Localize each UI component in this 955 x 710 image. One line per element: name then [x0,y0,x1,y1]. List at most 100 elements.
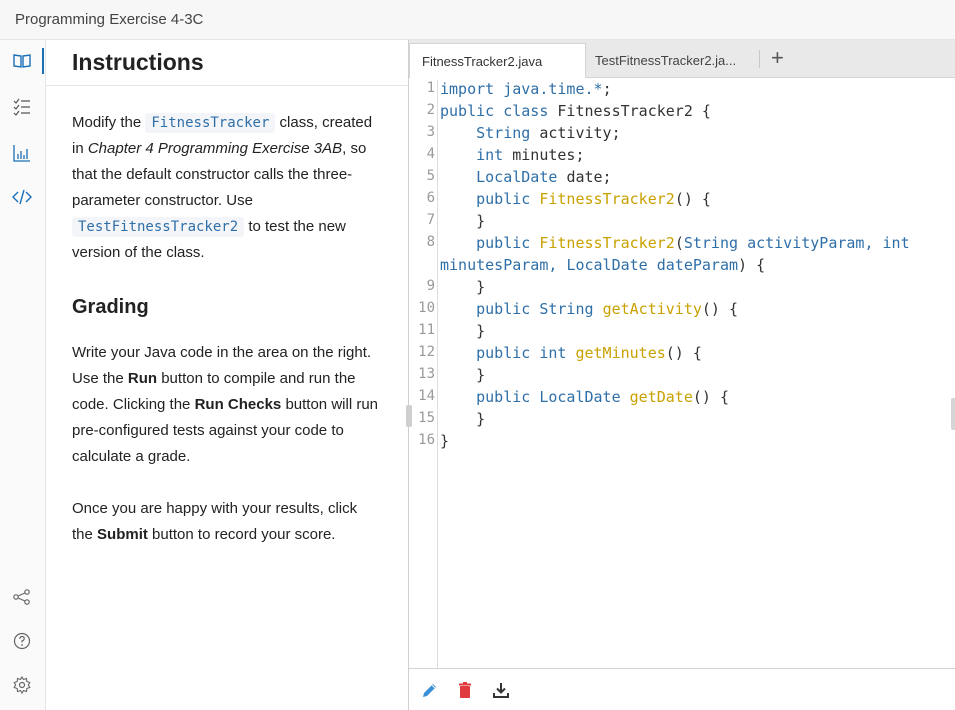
code-editor: FitnessTracker2.java TestFitnessTracker2… [406,40,955,710]
code-token: ) { [738,256,766,274]
instructions-body: Modify the FitnessTracker class, created… [72,110,382,574]
help-icon[interactable] [11,630,33,652]
code-icon[interactable] [11,186,33,208]
code-line: int minutes; [440,146,585,164]
code-line: } [440,212,485,230]
editor-tabs: FitnessTracker2.java TestFitnessTracker2… [409,40,955,78]
code-line: public String getActivity() { [440,300,738,318]
tab-testfitnesstracker2[interactable]: TestFitnessTracker2.ja... [583,43,748,78]
code-token: } [440,322,486,340]
active-indicator [42,48,44,74]
line-number: 5 [426,168,435,184]
code-token: String [683,234,748,252]
code-token: public [476,388,540,406]
run-checks-label: Run Checks [194,396,282,413]
scrollbar-thumb[interactable] [951,398,955,430]
edit-icon[interactable] [421,681,439,699]
code-token: dateParam [656,256,739,274]
code-token: } [440,278,486,296]
code-token: () { [674,190,711,208]
code-token: public [476,190,540,208]
title-bar: Programming Exercise 4-3C [0,0,955,40]
line-number: 6 [426,190,435,206]
code-token: LocalDate [539,388,630,406]
code-token: } [440,366,486,384]
instructions-paragraph: Modify the FitnessTracker class, created… [72,110,382,266]
code-token: () { [701,300,739,318]
code-token: int [476,146,513,164]
line-number: 9 [426,278,435,294]
delete-icon[interactable] [456,681,474,699]
grading-paragraph: Write your Java code in the area on the … [72,340,382,470]
submit-label: Submit [97,526,148,543]
code-line: public FitnessTracker2() { [440,190,711,208]
code-line: import java.time.*; [440,80,612,98]
code-token: date; [566,168,612,186]
code-line: public int getMinutes() { [440,344,702,362]
line-number: 12 [418,344,435,360]
line-number: 2 [426,102,435,118]
code-token: minutes; [512,146,585,164]
book-icon[interactable] [11,50,33,72]
code-token: String [539,300,603,318]
code-token: FitnessTracker2 [539,190,675,208]
code-area[interactable]: 1 2 3 4 5 6 7 8 9 10 11 12 13 14 15 16 import java.time… [406,80,955,668]
code-line: } [440,432,449,450]
code-token: ; [602,80,612,98]
code-line: public class FitnessTracker2 { [440,102,711,120]
code-token: String [476,124,540,142]
instructions-header: Instructions [46,40,408,86]
code-token: public [476,344,540,362]
line-number: 3 [426,124,435,140]
code-token: public [476,300,540,318]
add-tab-button[interactable]: + [771,45,784,71]
line-number: 10 [418,300,435,316]
editor-toolbar [409,668,955,710]
gutter-resize-handle[interactable] [406,405,412,427]
window-title: Programming Exercise 4-3C [15,11,204,28]
line-number: 1 [426,80,435,96]
code-token: FitnessTracker2 { [557,102,711,120]
left-rail [0,40,46,710]
line-number: 13 [418,366,435,382]
tab-fitnesstracker2[interactable]: FitnessTracker2.java [409,43,586,78]
inline-code-testfitnesstracker2: TestFitnessTracker2 [72,217,245,237]
inline-code-fitnesstracker: FitnessTracker [145,113,276,133]
code-token: } [440,212,486,230]
code-token: LocalDate [566,256,657,274]
code-token: int [882,234,910,252]
code-token: ( [674,234,684,252]
line-number: 15 [418,410,435,426]
checklist-icon[interactable] [11,96,33,118]
code-token: import java.time.* [440,80,603,98]
code-line: } [440,322,485,340]
settings-icon[interactable] [11,674,33,696]
code-token: LocalDate [476,168,567,186]
code-token: public class [440,102,558,120]
instructions-heading: Instructions [72,49,204,75]
chart-icon[interactable] [11,142,33,164]
code-line: LocalDate date; [440,168,612,186]
download-icon[interactable] [492,681,510,699]
code-token: public [476,234,540,252]
code-token: () { [665,344,702,362]
chapter-reference: Chapter 4 Programming Exercise 3AB [87,140,343,157]
code-token: } [440,410,486,428]
line-number: 7 [426,212,435,228]
grading-heading: Grading [72,296,149,318]
line-number: 14 [418,388,435,404]
tab-divider [759,50,760,68]
line-number: 11 [418,322,435,338]
code-token: getDate [629,388,693,406]
code-line: String activity; [440,124,621,142]
text: Modify the [72,114,146,131]
share-icon[interactable] [11,586,33,608]
code-line: } [440,366,485,384]
